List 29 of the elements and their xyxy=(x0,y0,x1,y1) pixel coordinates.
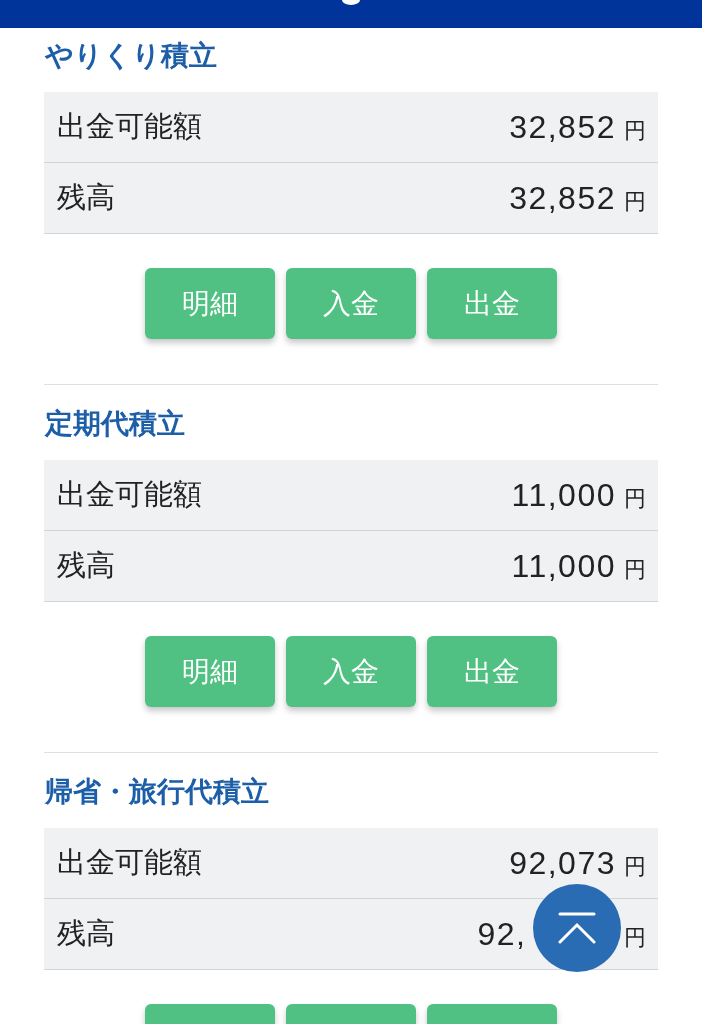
section-title: 帰省・旅行代積立 xyxy=(45,774,269,810)
row-label: 残高 xyxy=(57,179,115,216)
amount-value: 11,000 xyxy=(511,476,616,514)
amount-value: 92,073 xyxy=(509,844,616,882)
amount-value: 32,852 xyxy=(509,179,616,217)
currency-unit: 円 xyxy=(624,187,646,216)
currency-unit: 円 xyxy=(624,116,646,145)
action-button[interactable]: 出金 xyxy=(427,268,557,339)
row-label: 出金可能額 xyxy=(57,844,202,881)
amount-value: 32,852 xyxy=(509,108,616,146)
action-button[interactable]: 明細 xyxy=(145,636,275,707)
amount-value: 92, xyxy=(477,915,527,953)
currency-unit: 円 xyxy=(624,484,646,513)
action-button[interactable]: 入金 xyxy=(286,636,416,707)
amount-value: 11,000 xyxy=(511,547,616,585)
section-title: 定期代積立 xyxy=(45,406,185,442)
row-label: 出金可能額 xyxy=(57,108,202,145)
section-title: やりくり積立 xyxy=(45,38,217,74)
action-button[interactable]: 出金 xyxy=(427,636,557,707)
action-button[interactable]: 明細 xyxy=(145,268,275,339)
currency-unit: 円 xyxy=(624,923,646,952)
currency-unit: 円 xyxy=(624,852,646,881)
currency-unit: 円 xyxy=(624,555,646,584)
row-label: 出金可能額 xyxy=(57,476,202,513)
row-label: 残高 xyxy=(57,547,115,584)
cropped-mark-icon xyxy=(342,0,360,5)
chevron-up-icon xyxy=(558,912,596,944)
row-label: 残高 xyxy=(57,915,115,952)
action-button[interactable]: 入金 xyxy=(286,268,416,339)
